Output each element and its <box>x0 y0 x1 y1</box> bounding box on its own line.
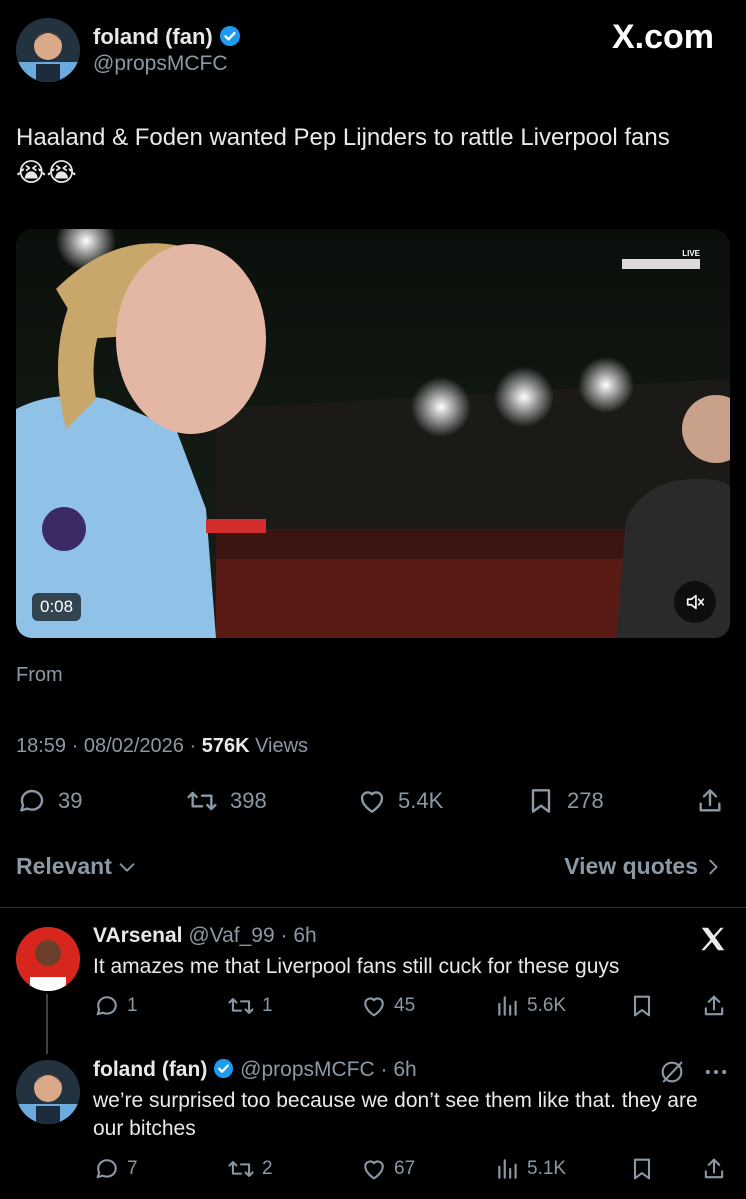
crying-emojis: 😭😭 <box>16 157 77 187</box>
brand-logo: X.com <box>611 18 714 56</box>
reply-1-like-button[interactable]: 45 <box>360 992 415 1020</box>
sort-label: Relevant <box>16 853 112 879</box>
repost-button[interactable]: 398 <box>184 785 267 817</box>
tweet-timestamp[interactable]: 18:59 · 08/02/2026 · <box>16 735 202 757</box>
reply-2-view-count: 5.1K <box>527 1158 567 1179</box>
view-quotes-link[interactable]: View quotes <box>564 853 724 880</box>
reply-1-reply-button[interactable]: 1 <box>93 992 138 1020</box>
repost-count: 398 <box>230 788 267 813</box>
tweet-body: Haaland & Foden wanted Pep Lijnders to r… <box>16 124 670 151</box>
reply-button[interactable]: 39 <box>16 785 82 817</box>
bookmark-button[interactable]: 278 <box>525 785 604 817</box>
like-count: 5.4K <box>398 788 444 813</box>
video-duration: 0:08 <box>32 593 82 621</box>
reply-icon <box>16 785 48 817</box>
repost-icon <box>226 992 256 1020</box>
reply-2-header: foland (fan) @propsMCFC · 6h <box>93 1058 417 1085</box>
reply-2-bookmark-button[interactable] <box>628 1155 656 1183</box>
divider <box>0 907 746 908</box>
reply-2-display-name[interactable]: foland (fan) <box>93 1058 207 1081</box>
reply-1-repost-button[interactable]: 1 <box>226 992 273 1020</box>
tweet-text: Haaland & Foden wanted Pep Lijnders to r… <box>16 121 730 191</box>
heart-icon <box>356 785 388 817</box>
views-label: Views <box>249 735 309 757</box>
sort-dropdown[interactable]: Relevant <box>16 853 138 880</box>
repost-icon <box>184 785 220 817</box>
author-display-name[interactable]: foland (fan) <box>93 24 213 49</box>
speaker-muted-icon <box>684 591 706 613</box>
video-player[interactable]: LIVE 0:08 <box>16 229 730 638</box>
reply-2-repost-button[interactable]: 2 <box>226 1155 273 1183</box>
heart-icon <box>360 1155 388 1183</box>
from-label: From <box>16 664 63 686</box>
share-button[interactable] <box>694 785 726 817</box>
reply-1-header: VArsenal @Vaf_99 · 6h <box>93 924 317 948</box>
reply-avatar-foland[interactable] <box>16 1060 80 1124</box>
reply-2-share-button[interactable] <box>700 1155 728 1183</box>
reply-1-text: It amazes me that Liverpool fans still c… <box>93 955 620 978</box>
reply-2-text: we’re surprised too because we don’t see… <box>93 1089 698 1140</box>
reply-1-handle[interactable]: @Vaf_99 <box>188 924 274 947</box>
reply-1-repost-count: 1 <box>262 995 273 1016</box>
heart-icon <box>360 992 388 1020</box>
reply-2-like-button[interactable]: 67 <box>360 1155 415 1183</box>
reply-2-handle[interactable]: @propsMCFC <box>240 1058 375 1081</box>
reply-1-bookmark-button[interactable] <box>628 992 656 1020</box>
tweet-meta: 18:59 · 08/02/2026 · 576K Views <box>16 735 308 758</box>
author-handle[interactable]: @propsMCFC <box>93 52 228 76</box>
view-quotes-label: View quotes <box>564 853 698 879</box>
analytics-icon <box>495 1155 521 1183</box>
views-count: 576K <box>201 735 250 757</box>
bookmark-icon <box>628 1155 656 1183</box>
repost-icon <box>226 1155 256 1183</box>
author-avatar[interactable] <box>16 18 80 82</box>
reply-2-reply-button[interactable]: 7 <box>93 1155 138 1183</box>
reply-1-view-count: 5.6K <box>527 995 567 1016</box>
reply-2-time[interactable]: · 6h <box>375 1058 417 1081</box>
thread-connector-line <box>46 994 48 1054</box>
reply-avatar-varsenal[interactable] <box>16 927 80 991</box>
reply-2-reply-count: 7 <box>127 1158 138 1179</box>
verified-badge-icon <box>219 25 241 53</box>
reply-1-share-button[interactable] <box>700 992 728 1020</box>
reply-2-repost-count: 2 <box>262 1158 273 1179</box>
chevron-right-icon <box>702 856 724 878</box>
share-icon <box>700 1155 728 1183</box>
chevron-down-icon <box>116 856 138 878</box>
reply-icon <box>93 992 121 1020</box>
reply-1-like-count: 45 <box>394 995 416 1016</box>
reply-2-like-count: 67 <box>394 1158 416 1179</box>
like-button[interactable]: 5.4K <box>356 785 443 817</box>
bookmark-icon <box>628 992 656 1020</box>
analytics-icon <box>495 992 521 1020</box>
reply-1-time[interactable]: · 6h <box>275 924 317 947</box>
broadcaster-live-badge: LIVE <box>682 249 700 258</box>
video-frame <box>16 229 730 638</box>
reply-icon <box>93 1155 121 1183</box>
bookmark-icon <box>525 785 557 817</box>
share-icon <box>700 992 728 1020</box>
reply-count: 39 <box>58 788 83 813</box>
reply-1-views-button[interactable]: 5.6K <box>495 992 566 1020</box>
author-name-row: foland (fan) <box>93 24 241 53</box>
verified-badge-icon <box>213 1058 234 1085</box>
reply-1-display-name[interactable]: VArsenal <box>93 924 183 947</box>
reply-2-views-button[interactable]: 5.1K <box>495 1155 566 1183</box>
bookmark-count: 278 <box>567 788 604 813</box>
reply-1-reply-count: 1 <box>127 995 138 1016</box>
share-icon <box>694 785 726 817</box>
mute-toggle-button[interactable] <box>674 581 716 623</box>
